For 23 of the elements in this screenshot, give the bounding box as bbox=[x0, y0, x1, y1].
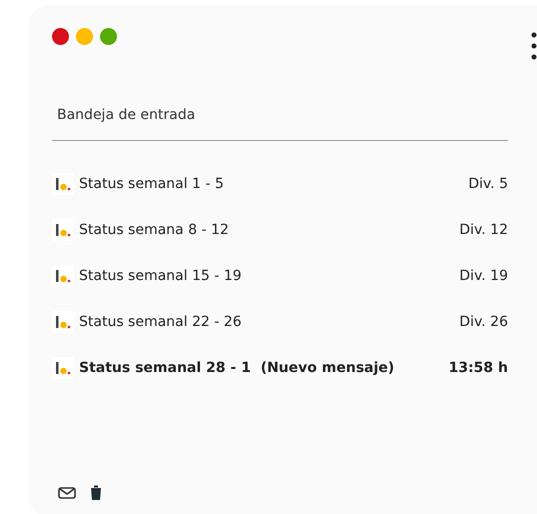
message-date: Div. 26 bbox=[459, 312, 508, 332]
logo-icon bbox=[52, 265, 74, 287]
message-row[interactable]: Status semanal 1 - 5 Div. 5 bbox=[52, 173, 508, 195]
trash-icon[interactable] bbox=[90, 485, 102, 500]
message-subject: Status semanal 22 - 26 bbox=[79, 312, 242, 332]
logo-icon bbox=[52, 173, 74, 195]
message-subject: Status semanal 15 - 19 bbox=[79, 266, 242, 286]
message-row[interactable]: Status semanal 15 - 19 Div. 19 bbox=[52, 265, 508, 287]
message-row[interactable]: Status semana 8 - 12 Div. 12 bbox=[52, 219, 508, 241]
message-subject: Status semanal 28 - 1 (Nuevo mensaje) bbox=[79, 358, 394, 378]
message-subject: Status semana 8 - 12 bbox=[79, 220, 229, 240]
message-date: Div. 19 bbox=[459, 266, 508, 286]
message-date: Div. 12 bbox=[459, 220, 508, 240]
message-date: 13:58 h bbox=[448, 358, 508, 378]
inbox-title: Bandeja de entrada bbox=[56, 106, 196, 125]
message-date: Div. 5 bbox=[468, 174, 508, 194]
logo-icon bbox=[52, 219, 74, 241]
message-row[interactable]: Status semanal 28 - 1 (Nuevo mensaje) 13:58 h bbox=[52, 357, 508, 379]
message-subject: Status semanal 1 - 5 bbox=[79, 174, 224, 194]
logo-icon bbox=[52, 311, 74, 333]
message-row[interactable]: Status semanal 22 - 26 Div. 26 bbox=[52, 311, 508, 333]
logo-icon bbox=[52, 357, 74, 379]
mail-icon[interactable] bbox=[58, 486, 76, 498]
